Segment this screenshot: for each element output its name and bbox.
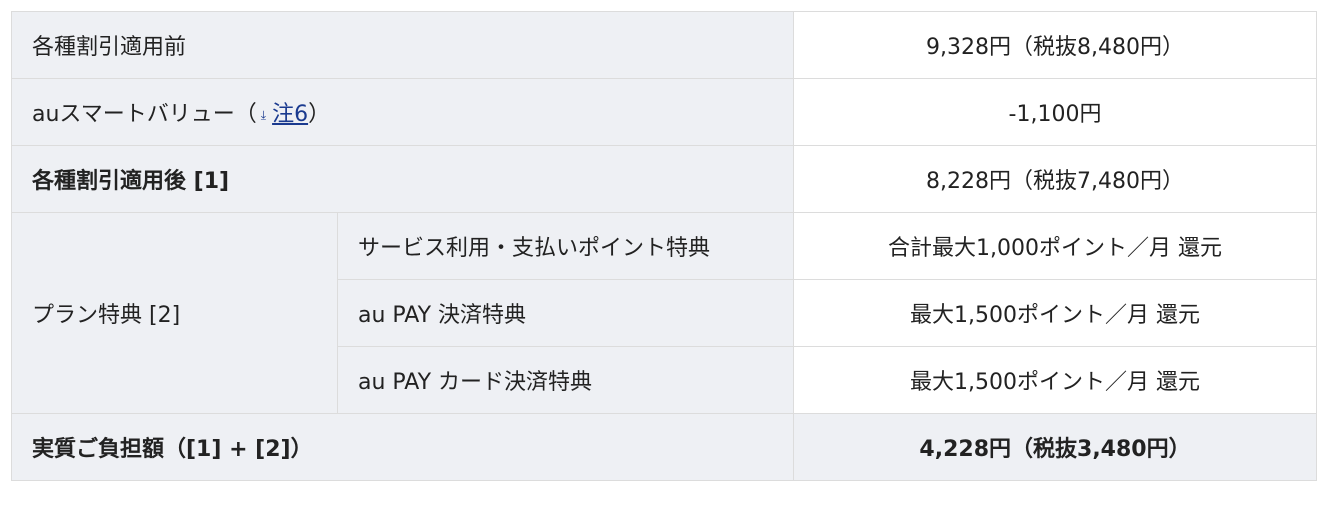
au-smart-value-label: auスマートバリュー（ xyxy=(32,102,257,127)
plan-benefit-label-2: au PAY 決済特典 xyxy=(336,279,795,347)
row-value-after-discount: 8,228円（税抜7,480円） xyxy=(793,145,1318,213)
plan-benefit-value-2: 最大1,500ポイント／月 還元 xyxy=(793,279,1318,347)
plan-benefit-label-3: au PAY カード決済特典 xyxy=(336,346,795,414)
row-label-effective-total: 実質ご負担額（[1] + [2]） xyxy=(10,413,795,481)
row-label-after-discount: 各種割引適用後 [1] xyxy=(10,145,795,213)
table-row-before-discount: 各種割引適用前 9,328円（税抜8,480円） xyxy=(10,11,1318,79)
plan-benefit-label-1: サービス利用・支払いポイント特典 xyxy=(336,212,795,280)
row-label-plan-benefits: プラン特典 [2] xyxy=(11,212,338,414)
price-table: 各種割引適用前 9,328円（税抜8,480円） auスマートバリュー（ ⤓ 注6）… xyxy=(10,11,1318,481)
table-row-effective-total: 実質ご負担額（[1] + [2]） 4,228円（税抜3,480円） xyxy=(10,413,1318,481)
row-label-before-discount: 各種割引適用前 xyxy=(10,11,795,79)
plan-benefit-value-1: 合計最大1,000ポイント／月 還元 xyxy=(793,212,1318,280)
row-value-au-smart-value: -1,100円 xyxy=(793,78,1318,146)
table-row-au-smart-value: auスマートバリュー（ ⤓ 注6） -1,100円 xyxy=(10,78,1318,146)
row-value-before-discount: 9,328円（税抜8,480円） xyxy=(793,11,1318,79)
plan-benefit-value-3: 最大1,500ポイント／月 還元 xyxy=(793,346,1318,414)
table-row-after-discount: 各種割引適用後 [1] 8,228円（税抜7,480円） xyxy=(10,145,1318,213)
row-label-au-smart-value: auスマートバリュー（ ⤓ 注6） xyxy=(10,78,795,146)
row-value-effective-total: 4,228円（税抜3,480円） xyxy=(793,413,1318,481)
au-smart-value-label-suffix: ） xyxy=(308,102,331,127)
table-row-plan-benefit-1: プラン特典 [2] サービス利用・支払いポイント特典 合計最大1,000ポイント… xyxy=(11,212,1318,414)
note-6-link[interactable]: 注6 xyxy=(272,102,308,127)
download-arrow-icon: ⤓ xyxy=(260,108,267,122)
